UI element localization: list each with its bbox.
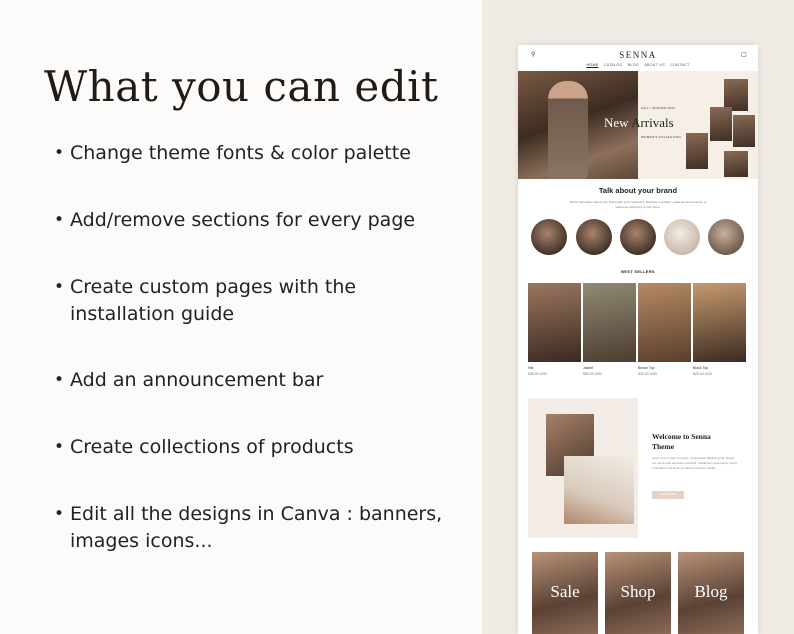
product-name[interactable]: Black Top [693,366,708,370]
collection-circle[interactable] [664,219,700,255]
feature-text: Add an announcement bar [70,369,324,391]
nav-home[interactable]: HOME [586,63,598,67]
page-title: What you can edit [44,62,439,111]
collection-circle[interactable] [620,219,656,255]
collection-circle[interactable] [531,219,567,255]
collection-circle[interactable] [708,219,744,255]
hero-photo [710,107,732,141]
cart-icon[interactable]: ▢ [741,51,747,58]
brand-text: Share information about your brand with … [569,200,707,209]
nav-catalog[interactable]: CATALOG [604,63,623,67]
feature-text: installation guide [70,303,235,325]
feature-item: Create collections of products [54,434,490,461]
feature-item: Add an announcement bar [54,367,490,394]
product-image[interactable] [693,283,746,362]
feature-item: Edit all the designs in Canva : banners,… [54,501,490,555]
product-image[interactable] [528,283,581,362]
hero-banner[interactable]: FALL / WINTER 2022 New Arrivals WOMEN'S … [518,71,758,179]
welcome-image-block [528,398,638,538]
product-name[interactable]: Jacket [583,366,593,370]
nav-contact[interactable]: CONTACT [670,63,689,67]
product-price: $38.00 USD [528,372,548,376]
product-price: $89.00 USD [583,372,603,376]
collection-circle[interactable] [576,219,612,255]
hero-photo [724,151,748,177]
store-logo[interactable]: SENNA [518,50,758,60]
blog-card[interactable]: Blog [678,552,744,634]
welcome-text: Lorem ipsum dolor sit amet, consectetur … [652,456,738,470]
product-name[interactable]: Hat [528,366,533,370]
nav-blog[interactable]: BLOG [628,63,639,67]
nav-about[interactable]: ABOUT US [644,63,665,67]
product-image[interactable] [638,283,691,362]
hero-photo [686,133,708,169]
feature-text: Change theme fonts & color palette [70,142,411,164]
store-nav: HOME CATALOG BLOG ABOUT US CONTACT [518,63,758,67]
welcome-button[interactable]: SHOP NOW [652,491,684,499]
hero-season: FALL / WINTER 2022 [641,106,676,110]
product-price: $29.00 USD [693,372,713,376]
feature-item: Change theme fonts & color palette [54,140,490,167]
brand-title: Talk about your brand [598,186,678,195]
feature-text: Create custom pages with the [70,276,357,298]
best-sellers-title: BEST SELLERS [621,269,655,274]
theme-preview: ⚲ SENNA ▢ HOME CATALOG BLOG ABOUT US CON… [518,45,758,634]
shop-card[interactable]: Shop [605,552,671,634]
product-image[interactable] [583,283,636,362]
feature-item: Add/remove sections for every page [54,207,490,234]
feature-text: images icons... [70,530,213,552]
sale-card[interactable]: Sale [532,552,598,634]
feature-text: Edit all the designs in Canva : banners, [70,503,443,525]
hero-title: New Arrivals [604,115,674,130]
welcome-photo [564,456,634,524]
product-name[interactable]: Brown Top [638,366,654,370]
store-header: ⚲ SENNA ▢ HOME CATALOG BLOG ABOUT US CON… [518,45,758,71]
hero-subtitle: WOMEN'S COLLECTION [641,135,681,139]
hero-photo [733,115,755,147]
feature-item: Create custom pages with the installation… [54,274,490,328]
product-price: $39.00 USD [638,372,658,376]
left-panel: What you can edit Change theme fonts & c… [0,0,482,634]
feature-text: Create collections of products [70,436,354,458]
feature-text: Add/remove sections for every page [70,209,416,231]
welcome-title: Welcome to Senna Theme [652,432,711,451]
